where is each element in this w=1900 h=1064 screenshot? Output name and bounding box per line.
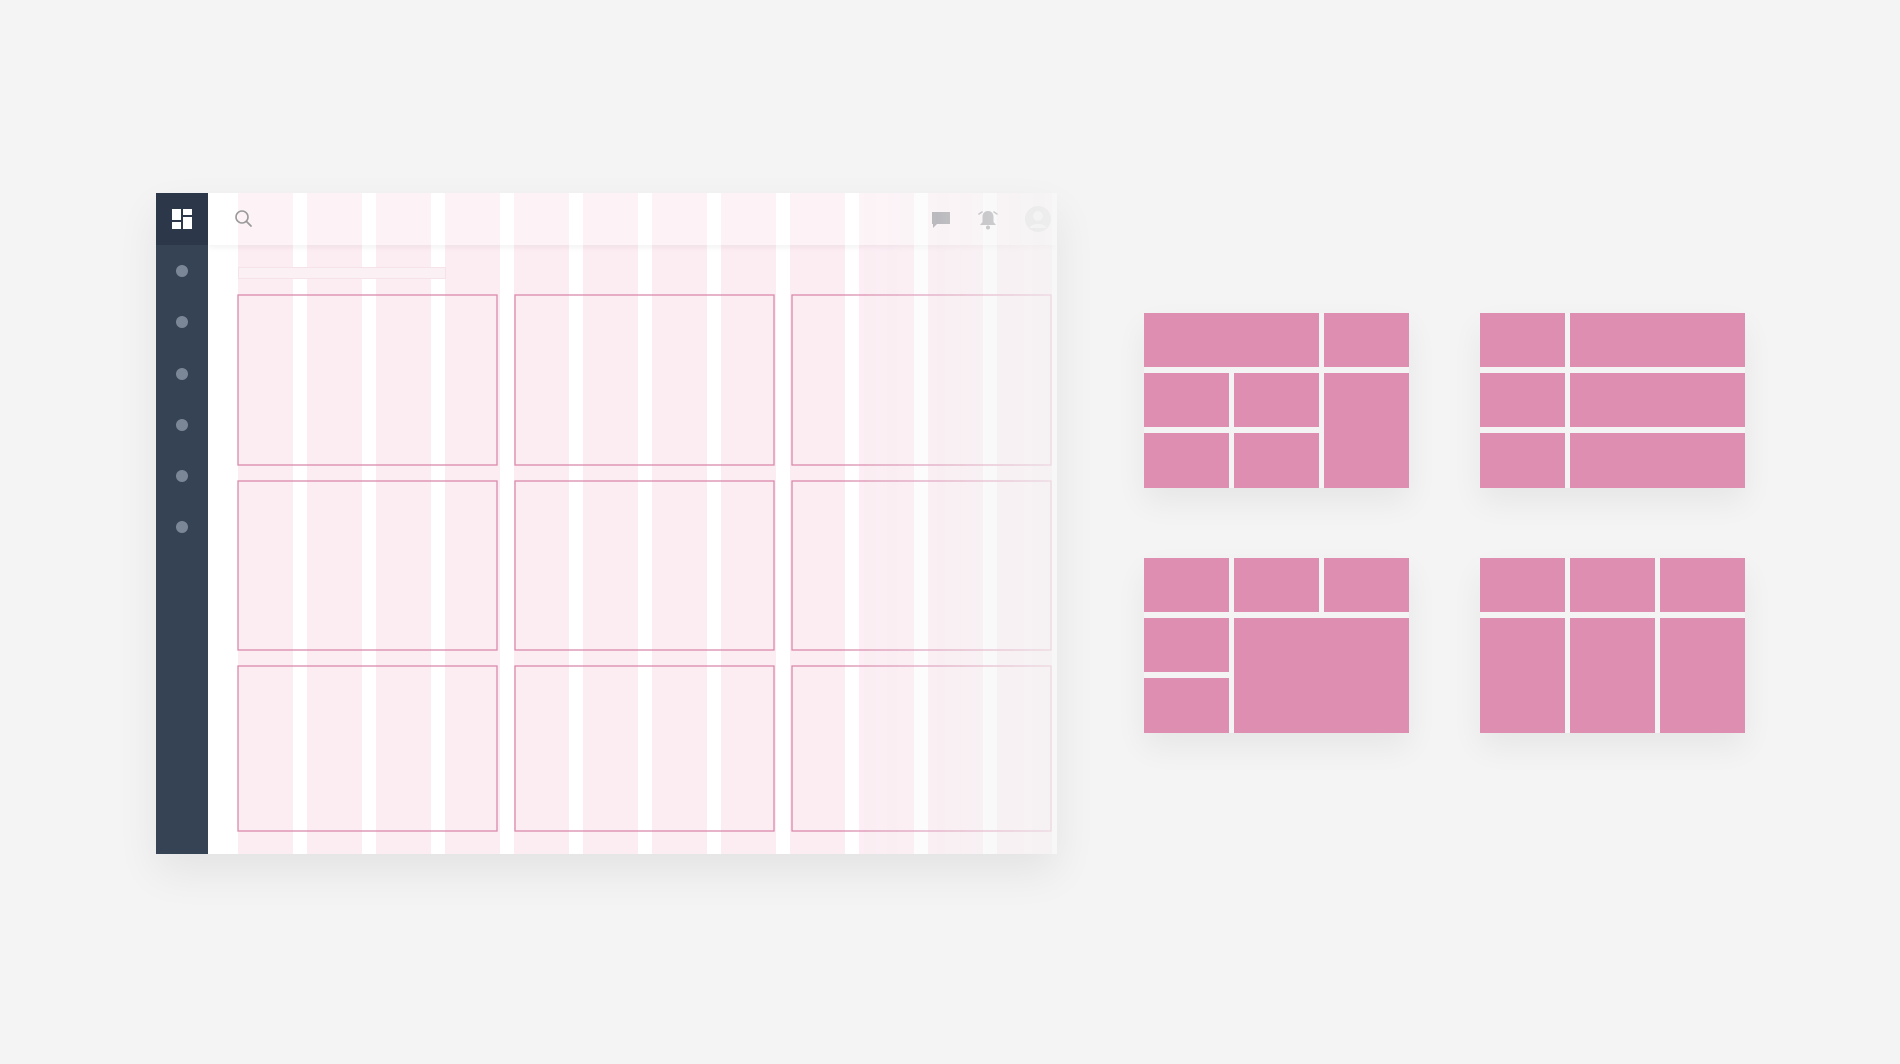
layout-tile bbox=[1234, 373, 1319, 427]
layout-option-1[interactable] bbox=[1144, 313, 1409, 488]
layout-tile bbox=[1234, 433, 1319, 488]
layout-tile bbox=[1234, 618, 1409, 733]
layout-tile bbox=[1480, 313, 1565, 367]
grid-module bbox=[237, 480, 498, 651]
grid-module bbox=[237, 665, 498, 832]
layout-tile bbox=[1570, 313, 1745, 367]
sidebar-item-3[interactable] bbox=[176, 368, 188, 380]
layout-tile bbox=[1144, 373, 1229, 427]
sidebar-item-1[interactable] bbox=[176, 265, 188, 277]
dashboard-mockup bbox=[156, 193, 1057, 854]
grid-module bbox=[514, 294, 775, 466]
dashboard-frame bbox=[156, 193, 1057, 854]
grid-module bbox=[791, 665, 1052, 832]
sidebar-item-5[interactable] bbox=[176, 470, 188, 482]
layout-tile bbox=[1144, 313, 1319, 367]
layout-tile bbox=[1480, 618, 1565, 733]
layout-tile bbox=[1570, 433, 1745, 488]
grid-module bbox=[237, 294, 498, 466]
layout-tile bbox=[1144, 558, 1229, 612]
layout-tile bbox=[1570, 618, 1655, 733]
dashboard-icon[interactable] bbox=[156, 193, 208, 245]
layout-tile bbox=[1144, 433, 1229, 488]
layout-tile bbox=[1324, 558, 1409, 612]
grid-module bbox=[791, 480, 1052, 651]
grid-module bbox=[791, 294, 1052, 466]
layout-tile bbox=[1570, 558, 1655, 612]
layout-tile bbox=[1234, 558, 1319, 612]
layout-tile bbox=[1480, 558, 1565, 612]
layout-tile bbox=[1480, 373, 1565, 427]
layout-tile bbox=[1660, 558, 1745, 612]
content-canvas bbox=[208, 193, 1057, 854]
layout-tile bbox=[1324, 373, 1409, 488]
layout-tile bbox=[1660, 618, 1745, 733]
sidebar-item-4[interactable] bbox=[176, 419, 188, 431]
grid-module bbox=[514, 665, 775, 832]
grid-module bbox=[514, 480, 775, 651]
sidebar-item-2[interactable] bbox=[176, 316, 188, 328]
layout-tile bbox=[1144, 618, 1229, 672]
layout-tile bbox=[1480, 433, 1565, 488]
layout-tile bbox=[1570, 373, 1745, 427]
module-grid bbox=[237, 294, 1052, 832]
layout-option-3[interactable] bbox=[1144, 558, 1409, 733]
layout-option-2[interactable] bbox=[1480, 313, 1745, 488]
layout-tile bbox=[1144, 678, 1229, 733]
layout-option-4[interactable] bbox=[1480, 558, 1745, 733]
layout-tile bbox=[1324, 313, 1409, 367]
sidebar-item-6[interactable] bbox=[176, 521, 188, 533]
sidebar bbox=[156, 193, 208, 854]
